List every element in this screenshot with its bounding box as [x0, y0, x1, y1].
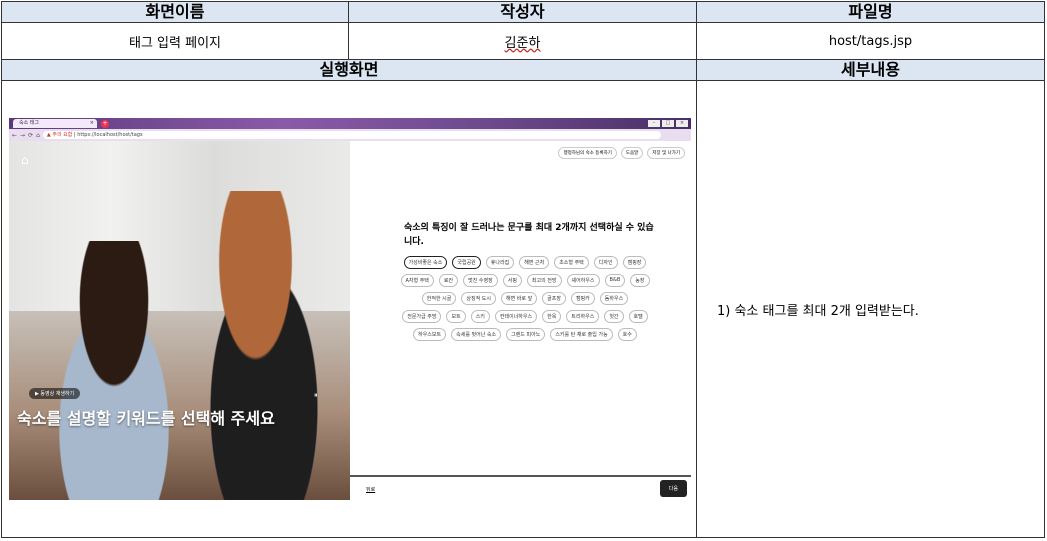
- tag-chip[interactable]: 그랜드 피아노: [506, 328, 546, 341]
- tag-chip[interactable]: 료칸: [438, 274, 459, 287]
- question-heading: 숙소의 특징이 잘 드러나는 문구를 최대 2개까지 선택하실 수 있습니다.: [404, 223, 654, 247]
- tag-chip[interactable]: 휴나라집: [485, 256, 515, 269]
- close-tab-icon[interactable]: ×: [90, 119, 94, 128]
- browser-window: 숙소 태그 × + – □ × ← → ⟳ ⌂ ▲ 주의 요함 | https:/…: [9, 118, 691, 500]
- tab-bar: 숙소 태그 × + – □ ×: [9, 118, 691, 129]
- forward-arrow-icon[interactable]: →: [20, 132, 25, 139]
- tag-chip[interactable]: 농장: [630, 274, 650, 287]
- maximize-icon[interactable]: □: [662, 120, 674, 127]
- tag-chip[interactable]: 속세를 벗어난 숙소: [451, 328, 502, 341]
- tag-chip[interactable]: 헛간: [604, 310, 624, 323]
- security-warning: 주의 요함: [52, 132, 73, 138]
- tag-chip[interactable]: 전문가급 주방: [402, 310, 442, 323]
- new-tab-icon[interactable]: +: [101, 119, 109, 128]
- reload-icon[interactable]: ⟳: [28, 132, 33, 139]
- minimize-icon[interactable]: –: [648, 120, 660, 127]
- save-exit-button[interactable]: 저장 및 나가기: [647, 147, 685, 159]
- tag-chip[interactable]: 하우스보트: [413, 328, 447, 341]
- screenshot-cell: 숙소 태그 × + – □ × ← → ⟳ ⌂ ▲ 주의 요함 | https:/…: [1, 80, 697, 538]
- tag-selection-panel: 행정하님의 숙소 등록하기 도움말 저장 및 나가기 숙소의 특징이 잘 드러나…: [350, 141, 691, 500]
- top-actions: 행정하님의 숙소 등록하기 도움말 저장 및 나가기: [558, 147, 685, 159]
- tag-chip-list: 가성비좋은 숙소 국립공원 휴나라집 해변 근처 초소형 주택 디자인 캠핑장 A자형 주택 료…: [400, 256, 650, 341]
- next-button[interactable]: 다음: [659, 480, 687, 497]
- tag-chip[interactable]: 호텔: [628, 310, 648, 323]
- photo-person-left: [29, 241, 199, 500]
- help-button[interactable]: 도움말: [620, 147, 644, 159]
- tag-chip[interactable]: 캠핑카: [570, 292, 595, 305]
- tag-chip[interactable]: 돔하우스: [599, 292, 629, 305]
- details-text: 1) 숙소 태그를 최대 2개 입력받는다.: [717, 303, 919, 319]
- file-name-value: host/tags.jsp: [696, 22, 1045, 60]
- url-field[interactable]: ▲ 주의 요함 | https://localhost/host/tags: [42, 131, 661, 139]
- hero-photo: ⌂ ▶ 동영상 재생하기 ⏸ 숙소를 설명할 키워드를 선택해 주세요: [9, 141, 350, 500]
- web-page: ⌂ ▶ 동영상 재생하기 ⏸ 숙소를 설명할 키워드를 선택해 주세요 행정하님…: [9, 141, 691, 500]
- page-footer: 뒤로 다음: [350, 475, 691, 500]
- header-screenshot: 실행화면: [1, 59, 697, 81]
- tag-chip[interactable]: 상징적 도시: [461, 292, 496, 305]
- tag-chip[interactable]: 스키를 탄 채로 출입 가능: [550, 328, 613, 341]
- register-listing-button[interactable]: 행정하님의 숙소 등록하기: [558, 147, 617, 159]
- tag-chip[interactable]: 한옥: [542, 310, 562, 323]
- close-window-icon[interactable]: ×: [676, 120, 688, 127]
- play-video-button[interactable]: ▶ 동영상 재생하기: [29, 388, 81, 399]
- file-name-text: host/tags.jsp: [828, 33, 913, 49]
- tag-chip[interactable]: 초소형 주택: [554, 256, 589, 269]
- photo-person-right: [179, 191, 349, 500]
- author-text: 김준하: [504, 35, 541, 51]
- author-value: 김준하: [348, 22, 697, 60]
- header-details: 세부내용: [696, 59, 1045, 81]
- header-file-name: 파일명: [696, 1, 1045, 23]
- window-controls: – □ ×: [648, 120, 688, 127]
- tag-chip[interactable]: 해변 바로 앞: [500, 292, 538, 305]
- tag-chip[interactable]: 국립공원: [452, 256, 481, 269]
- tag-chip[interactable]: 서핑: [502, 274, 522, 287]
- header-author: 작성자: [348, 1, 697, 23]
- tag-chip[interactable]: 가성비좋은 숙소: [403, 256, 448, 269]
- tab-title: 숙소 태그: [19, 120, 39, 126]
- tag-chip[interactable]: 디자인: [593, 256, 618, 269]
- screen-name-value: 태그 입력 페이지: [1, 22, 349, 60]
- spec-table: 화면이름 작성자 파일명 태그 입력 페이지 김준하 host/tags.jsp…: [1, 1, 1045, 538]
- home-icon[interactable]: ⌂: [36, 132, 40, 139]
- back-link[interactable]: 뒤로: [366, 486, 375, 493]
- address-bar: ← → ⟳ ⌂ ▲ 주의 요함 | https://localhost/host…: [9, 129, 691, 141]
- tag-chip[interactable]: 트리하우스: [566, 310, 600, 323]
- details-cell: 1) 숙소 태그를 최대 2개 입력받는다.: [696, 80, 1045, 538]
- tag-chip[interactable]: 해변 근처: [519, 256, 550, 269]
- tag-chip[interactable]: 호수: [617, 328, 637, 341]
- tag-chip[interactable]: 셰어하우스: [566, 274, 600, 287]
- pause-icon[interactable]: ⏸: [314, 391, 318, 400]
- url-text: https://localhost/host/tags: [77, 132, 143, 138]
- tag-chip[interactable]: 캠핑장: [622, 256, 647, 269]
- back-arrow-icon[interactable]: ←: [12, 132, 17, 139]
- tag-chip[interactable]: 골프장: [542, 292, 566, 305]
- tag-chip[interactable]: B&B: [604, 274, 626, 287]
- tag-chip[interactable]: 스키: [470, 310, 490, 323]
- browser-tab[interactable]: 숙소 태그 ×: [13, 119, 97, 128]
- tag-chip[interactable]: 컨테이너하우스: [494, 310, 538, 323]
- hero-heading: 숙소를 설명할 키워드를 선택해 주세요: [17, 409, 275, 428]
- tag-chip[interactable]: 멋진 수영장: [463, 274, 498, 287]
- tag-chip[interactable]: 한적한 시골: [421, 292, 457, 305]
- header-screen-name: 화면이름: [1, 1, 349, 23]
- tag-chip[interactable]: 보트: [446, 310, 466, 323]
- tag-chip[interactable]: 최고의 전망: [526, 274, 562, 287]
- airbnb-logo-icon[interactable]: ⌂: [21, 153, 29, 167]
- tag-chip[interactable]: A자형 주택: [400, 274, 434, 287]
